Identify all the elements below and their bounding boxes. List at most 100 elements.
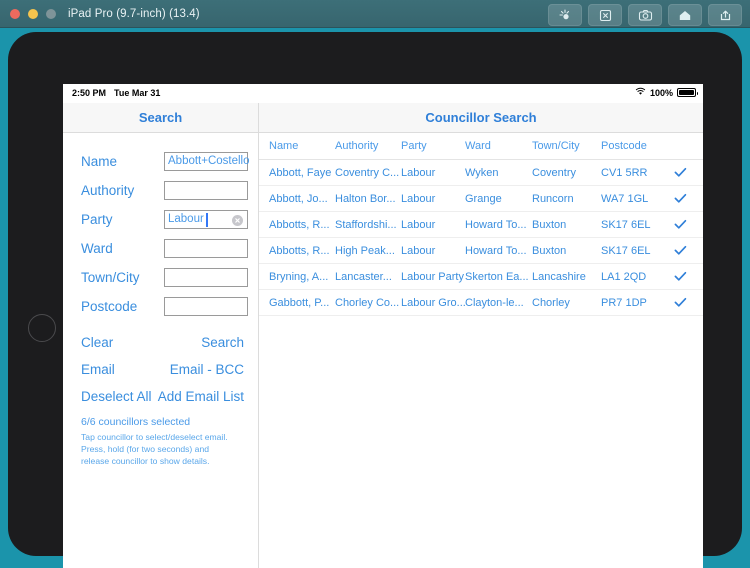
column-header-authority[interactable]: Authority	[335, 140, 401, 152]
checkmark-icon[interactable]	[665, 193, 695, 204]
cell-ward: Howard To...	[465, 218, 527, 231]
form-row-name: Name Abbott+Costello	[63, 147, 258, 176]
label-authority: Authority	[81, 183, 135, 198]
table-row[interactable]: Bryning, A... Lancaster... Labour Party Ske…	[259, 264, 703, 290]
cell-party: Labour	[401, 192, 436, 205]
help-text: Tap councillor to select/deselect email.…	[81, 431, 249, 468]
postcode-input[interactable]	[164, 297, 248, 316]
cell-ward: Skerton Ea...	[465, 270, 529, 283]
table-row[interactable]: Abbott, Jo... Halton Bor... Labour Grange Ru…	[259, 186, 703, 212]
checkmark-icon[interactable]	[665, 297, 695, 308]
town-city-input[interactable]	[164, 268, 248, 287]
search-pane-title: Search	[138, 110, 183, 125]
column-header-town-city[interactable]: Town/City	[532, 140, 601, 152]
minimize-window-button[interactable]	[28, 8, 38, 19]
home-button[interactable]	[28, 314, 56, 342]
cell-authority: High Peak...	[335, 244, 395, 257]
search-form: Name Abbott+Costello Authority Party Lab…	[63, 133, 258, 321]
results-pane: Councillor Search Name Authority Party W…	[259, 103, 703, 568]
cell-party: Labour Party	[401, 270, 464, 283]
window-traffic-lights	[10, 8, 56, 19]
ipad-device-bezel: 2:50 PM Tue Mar 31 100% Search Name Abbo…	[8, 32, 742, 568]
cell-postcode: SK17 6EL	[601, 218, 651, 231]
ios-status-bar: 2:50 PM Tue Mar 31 100%	[63, 84, 703, 103]
siri-icon[interactable]	[548, 4, 582, 26]
results-table-header: Name Authority Party Ward Town/City Post…	[259, 133, 703, 160]
checkmark-icon[interactable]	[665, 271, 695, 282]
cell-name: Bryning, A...	[269, 270, 329, 283]
split-view: Search Name Abbott+Costello Authority Pa…	[63, 103, 703, 568]
share-icon[interactable]	[708, 4, 742, 26]
cell-authority: Staffordshi...	[335, 218, 397, 231]
results-navbar: Councillor Search	[259, 103, 703, 133]
action-row-3: Deselect All Add Email List	[81, 383, 244, 410]
label-postcode: Postcode	[81, 299, 138, 314]
action-row-2: Email Email - BCC	[81, 356, 244, 383]
cell-town: Lancashire	[532, 270, 586, 283]
deselect-all-button[interactable]: Deselect All	[81, 389, 152, 404]
authority-input[interactable]	[164, 181, 248, 200]
cell-postcode: PR7 1DP	[601, 296, 647, 309]
column-header-postcode[interactable]: Postcode	[601, 140, 665, 152]
clear-button[interactable]: Clear	[81, 335, 113, 350]
form-row-postcode: Postcode	[63, 292, 258, 321]
action-row-1: Clear Search	[81, 329, 244, 356]
status-bar-right: 100%	[635, 87, 698, 98]
cell-town: Runcorn	[532, 192, 574, 205]
search-navbar: Search	[63, 103, 258, 133]
column-header-ward[interactable]: Ward	[465, 140, 532, 152]
screenshot-options-icon[interactable]	[588, 4, 622, 26]
simulator-window-title: iPad Pro (9.7-inch) (13.4)	[68, 7, 200, 20]
form-row-party: Party Labour	[63, 205, 258, 234]
checkmark-icon[interactable]	[665, 245, 695, 256]
status-time: 2:50 PM	[72, 88, 107, 98]
email-bcc-button[interactable]: Email - BCC	[170, 362, 244, 377]
close-window-button[interactable]	[10, 8, 20, 19]
search-form-pane: Search Name Abbott+Costello Authority Pa…	[63, 103, 259, 568]
ipad-screen: 2:50 PM Tue Mar 31 100% Search Name Abbo…	[63, 84, 703, 568]
add-email-list-button[interactable]: Add Email List	[158, 389, 244, 404]
action-buttons: Clear Search Email Email - BCC Deselect …	[63, 321, 258, 410]
cell-postcode: LA1 2QD	[601, 270, 647, 283]
home-icon[interactable]	[668, 4, 702, 26]
status-date: Tue Mar 31	[114, 88, 161, 98]
party-input[interactable]: Labour	[164, 210, 248, 229]
email-button[interactable]: Email	[81, 362, 115, 377]
cell-postcode: CV1 5RR	[601, 166, 648, 179]
help-line-1: Tap councillor to select/deselect email.	[81, 432, 228, 442]
text-cursor	[206, 213, 208, 227]
label-name: Name	[81, 154, 118, 169]
ward-input[interactable]	[164, 239, 248, 258]
table-row[interactable]: Gabbott, P... Chorley Co... Labour Gro... C…	[259, 290, 703, 316]
cell-ward: Wyken	[465, 166, 499, 179]
cell-party: Labour	[401, 218, 436, 231]
form-row-authority: Authority	[63, 176, 258, 205]
checkmark-icon[interactable]	[665, 167, 695, 178]
battery-icon	[677, 88, 698, 97]
cell-ward: Howard To...	[465, 244, 527, 257]
column-header-party[interactable]: Party	[401, 140, 465, 152]
results-pane-title: Councillor Search	[425, 110, 537, 125]
selection-status: 6/6 councillors selected	[81, 416, 191, 428]
help-line-3: release councillor to show details.	[81, 456, 210, 467]
camera-icon[interactable]	[628, 4, 662, 26]
checkmark-icon[interactable]	[665, 219, 695, 230]
cell-ward: Clayton-le...	[465, 296, 524, 309]
zoom-window-button	[46, 8, 56, 19]
search-button[interactable]: Search	[201, 335, 244, 350]
clear-party-icon[interactable]	[232, 215, 243, 226]
cell-party: Labour	[401, 166, 436, 179]
cell-party: Labour Gro...	[401, 296, 465, 309]
label-ward: Ward	[81, 241, 113, 256]
cell-town: Chorley	[532, 296, 570, 309]
cell-authority: Chorley Co...	[335, 296, 400, 309]
battery-percent: 100%	[649, 87, 673, 98]
table-row[interactable]: Abbott, Faye Coventry C... Labour Wyken Cove…	[259, 160, 703, 186]
cell-authority: Halton Bor...	[335, 192, 396, 205]
table-row[interactable]: Abbotts, R... Staffordshi... Labour Howard …	[259, 212, 703, 238]
cell-town: Buxton	[532, 244, 567, 257]
cell-party: Labour	[401, 244, 436, 257]
table-row[interactable]: Abbotts, R... High Peak... Labour Howard To…	[259, 238, 703, 264]
name-input[interactable]: Abbott+Costello	[164, 152, 250, 171]
column-header-name[interactable]: Name	[259, 140, 335, 152]
